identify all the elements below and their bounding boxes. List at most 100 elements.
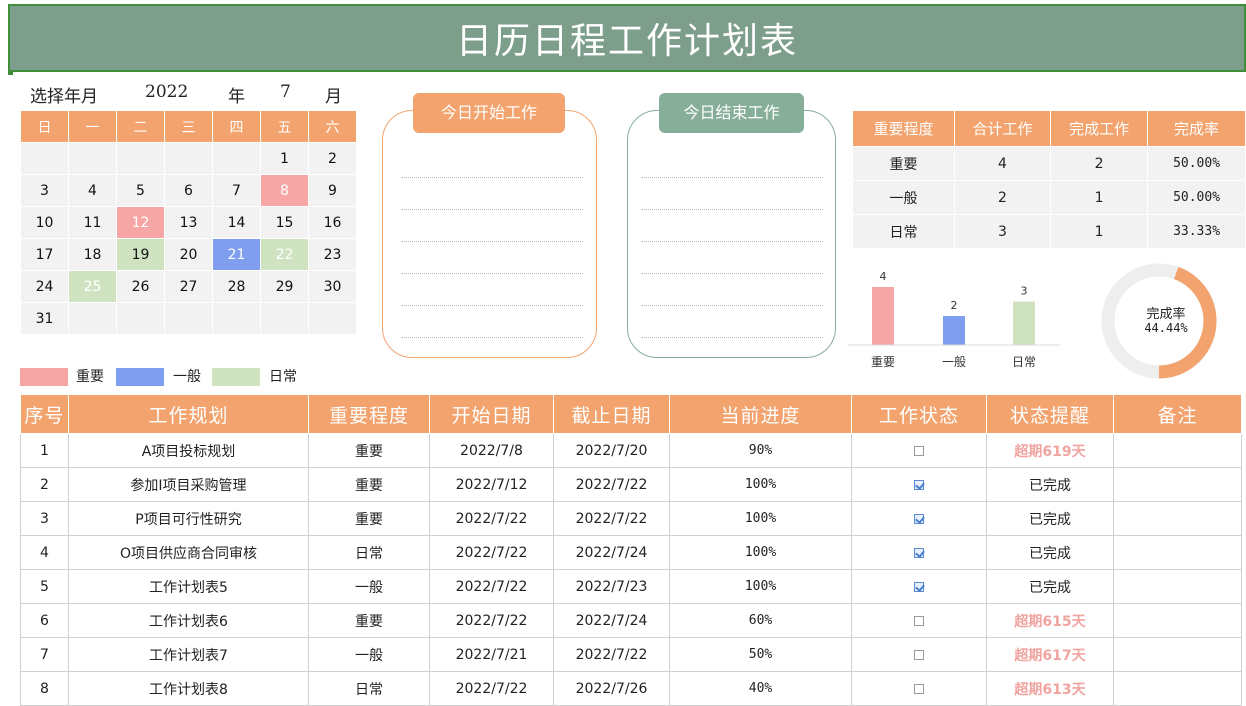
- progress-cell[interactable]: 100%: [669, 535, 852, 570]
- progress-cell[interactable]: 100%: [669, 569, 852, 604]
- calendar-day-cell[interactable]: 8: [260, 174, 309, 207]
- calendar-day-cell[interactable]: [164, 302, 213, 335]
- stats-cell[interactable]: 日常: [852, 214, 955, 249]
- calendar-day-cell[interactable]: 3: [20, 174, 69, 207]
- calendar-day-cell[interactable]: [116, 142, 165, 175]
- plan-cell[interactable]: 工作计划表7: [68, 637, 309, 672]
- plan-cell[interactable]: A项目投标规划: [68, 433, 309, 468]
- start-date-cell[interactable]: 2022/7/22: [429, 603, 554, 638]
- plan-cell[interactable]: 参加I项目采购管理: [68, 467, 309, 502]
- table-row[interactable]: 6 工作计划表6 重要 2022/7/22 2022/7/24 60% 超期615天: [20, 603, 1242, 638]
- calendar-day-cell[interactable]: 26: [116, 270, 165, 303]
- level-cell[interactable]: 重要: [308, 433, 430, 468]
- calendar-day-cell[interactable]: 11: [68, 206, 117, 239]
- calendar-day-cell[interactable]: 6: [164, 174, 213, 207]
- calendar-day-cell[interactable]: 25: [68, 270, 117, 303]
- end-date-cell[interactable]: 2022/7/22: [553, 637, 670, 672]
- calendar-day-cell[interactable]: [68, 142, 117, 175]
- calendar-day-cell[interactable]: 13: [164, 206, 213, 239]
- progress-cell[interactable]: 40%: [669, 671, 852, 706]
- stats-cell[interactable]: 4: [953, 146, 1052, 181]
- calendar-day-cell[interactable]: 1: [260, 142, 309, 175]
- calendar-day-cell[interactable]: 31: [20, 302, 69, 335]
- plan-cell[interactable]: 工作计划表6: [68, 603, 309, 638]
- stats-cell[interactable]: 1: [1050, 214, 1149, 249]
- calendar-day-cell[interactable]: 10: [20, 206, 69, 239]
- calendar-day-cell[interactable]: 15: [260, 206, 309, 239]
- status-checkbox[interactable]: [914, 547, 924, 558]
- table-row[interactable]: 7 工作计划表7 一般 2022/7/21 2022/7/22 50% 超期617天: [20, 637, 1242, 672]
- calendar-day-cell[interactable]: 4: [68, 174, 117, 207]
- calendar-day-cell[interactable]: [212, 142, 261, 175]
- level-cell[interactable]: 日常: [308, 535, 430, 570]
- level-cell[interactable]: 一般: [308, 569, 430, 604]
- progress-cell[interactable]: 60%: [669, 603, 852, 638]
- calendar-day-cell[interactable]: 22: [260, 238, 309, 271]
- calendar-day-cell[interactable]: 27: [164, 270, 213, 303]
- stats-cell[interactable]: 33.33%: [1147, 214, 1246, 249]
- calendar-day-cell[interactable]: 28: [212, 270, 261, 303]
- end-date-cell[interactable]: 2022/7/22: [553, 467, 670, 502]
- calendar-day-cell[interactable]: 7: [212, 174, 261, 207]
- status-checkbox[interactable]: [914, 615, 924, 626]
- end-date-cell[interactable]: 2022/7/26: [553, 671, 670, 706]
- calendar-day-cell[interactable]: 12: [116, 206, 165, 239]
- table-row[interactable]: 1 A项目投标规划 重要 2022/7/8 2022/7/20 90% 超期619天: [20, 433, 1242, 468]
- end-date-cell[interactable]: 2022/7/24: [553, 535, 670, 570]
- calendar-day-cell[interactable]: [68, 302, 117, 335]
- calendar-day-cell[interactable]: 2: [308, 142, 357, 175]
- start-date-cell[interactable]: 2022/7/12: [429, 467, 554, 502]
- plan-cell[interactable]: 工作计划表5: [68, 569, 309, 604]
- start-date-cell[interactable]: 2022/7/22: [429, 671, 554, 706]
- progress-cell[interactable]: 100%: [669, 467, 852, 502]
- calendar-day-cell[interactable]: [20, 142, 69, 175]
- progress-cell[interactable]: 90%: [669, 433, 852, 468]
- calendar-day-cell[interactable]: 21: [212, 238, 261, 271]
- calendar-day-cell[interactable]: 30: [308, 270, 357, 303]
- calendar-day-cell[interactable]: [260, 302, 309, 335]
- stats-cell[interactable]: 50.00%: [1147, 180, 1246, 215]
- today-start-panel[interactable]: [382, 110, 597, 358]
- note-cell[interactable]: [1113, 603, 1242, 638]
- table-row[interactable]: 4 O项目供应商合同审核 日常 2022/7/22 2022/7/24 100% 已完成: [20, 535, 1242, 570]
- table-row[interactable]: 8 工作计划表8 日常 2022/7/22 2022/7/26 40% 超期613天: [20, 671, 1242, 706]
- end-date-cell[interactable]: 2022/7/22: [553, 501, 670, 536]
- table-row[interactable]: 2 参加I项目采购管理 重要 2022/7/12 2022/7/22 100% 已完成: [20, 467, 1242, 502]
- start-date-cell[interactable]: 2022/7/22: [429, 569, 554, 604]
- title-bar[interactable]: 日历日程工作计划表: [8, 4, 1246, 72]
- level-cell[interactable]: 重要: [308, 501, 430, 536]
- progress-cell[interactable]: 50%: [669, 637, 852, 672]
- start-date-cell[interactable]: 2022/7/22: [429, 501, 554, 536]
- progress-cell[interactable]: 100%: [669, 501, 852, 536]
- status-checkbox[interactable]: [914, 649, 924, 660]
- stats-cell[interactable]: 3: [953, 214, 1052, 249]
- note-cell[interactable]: [1113, 535, 1242, 570]
- note-cell[interactable]: [1113, 569, 1242, 604]
- note-cell[interactable]: [1113, 637, 1242, 672]
- month-value[interactable]: 7: [280, 82, 291, 104]
- stats-cell[interactable]: 1: [1050, 180, 1149, 215]
- plan-cell[interactable]: 工作计划表8: [68, 671, 309, 706]
- end-date-cell[interactable]: 2022/7/23: [553, 569, 670, 604]
- calendar-day-cell[interactable]: 5: [116, 174, 165, 207]
- status-checkbox[interactable]: [914, 683, 924, 694]
- level-cell[interactable]: 重要: [308, 467, 430, 502]
- calendar-day-cell[interactable]: 18: [68, 238, 117, 271]
- calendar-day-cell[interactable]: 19: [116, 238, 165, 271]
- table-row[interactable]: 5 工作计划表5 一般 2022/7/22 2022/7/23 100% 已完成: [20, 569, 1242, 604]
- calendar-day-cell[interactable]: 14: [212, 206, 261, 239]
- year-value[interactable]: 2022: [145, 82, 188, 104]
- level-cell[interactable]: 重要: [308, 603, 430, 638]
- stats-cell[interactable]: 50.00%: [1147, 146, 1246, 181]
- table-row[interactable]: 3 P项目可行性研究 重要 2022/7/22 2022/7/22 100% 已完成: [20, 501, 1242, 536]
- stats-cell[interactable]: 2: [953, 180, 1052, 215]
- plan-cell[interactable]: O项目供应商合同审核: [68, 535, 309, 570]
- calendar-day-cell[interactable]: 17: [20, 238, 69, 271]
- selection-fill-handle[interactable]: [8, 70, 13, 75]
- end-date-cell[interactable]: 2022/7/20: [553, 433, 670, 468]
- stats-cell[interactable]: 2: [1050, 146, 1149, 181]
- calendar-day-cell[interactable]: [164, 142, 213, 175]
- status-checkbox[interactable]: [914, 445, 924, 456]
- note-cell[interactable]: [1113, 467, 1242, 502]
- calendar-day-cell[interactable]: [308, 302, 357, 335]
